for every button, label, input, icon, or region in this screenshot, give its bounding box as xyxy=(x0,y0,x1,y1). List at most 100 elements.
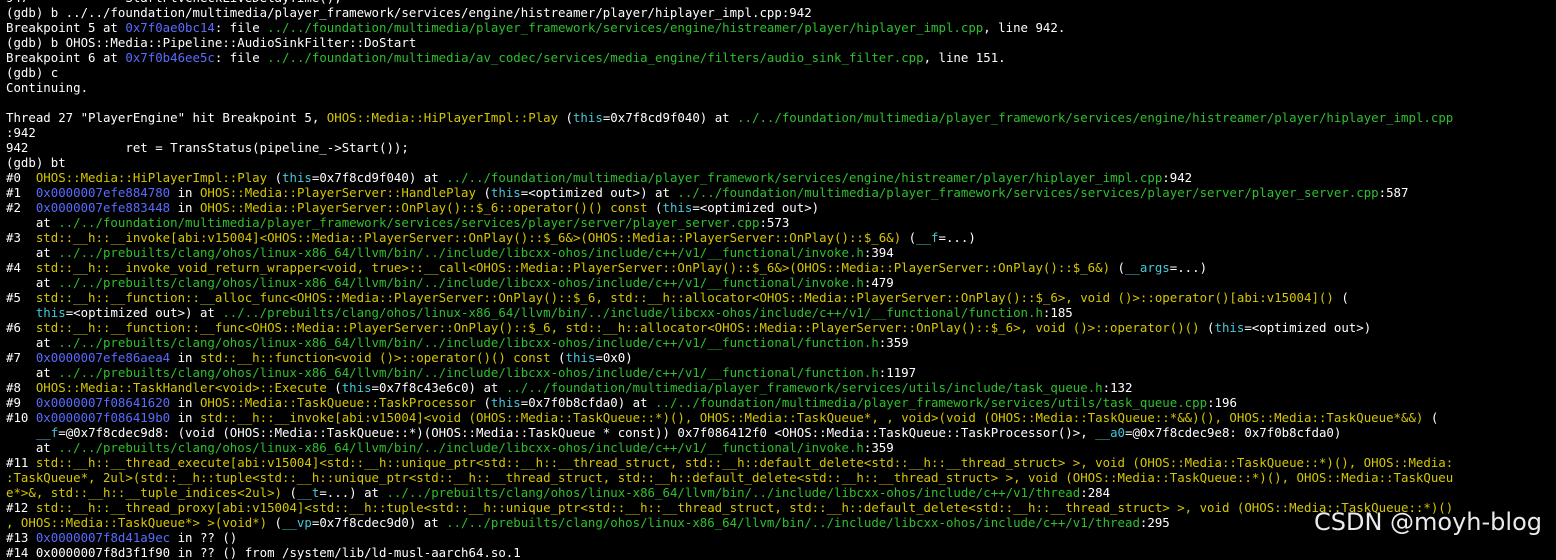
terminal-line: #10 0x0000007f086419b0 in std::__h::__in… xyxy=(6,410,1556,425)
terminal-text: #11 xyxy=(6,455,36,470)
terminal-line: Breakpoint 6 at 0x7f0b46ee5c: file ../..… xyxy=(6,50,1556,65)
terminal-text: ( xyxy=(1199,320,1215,335)
terminal-line: Breakpoint 5 at 0x7f0ae0bc14: file ../..… xyxy=(6,20,1556,35)
source-path: ../../foundation/multimedia/player_frame… xyxy=(446,170,1163,185)
argument-name: __a0 xyxy=(1095,425,1125,440)
terminal-text: ( xyxy=(901,230,917,245)
function-name: OHOS::Media::TaskQueue::TaskProcessor xyxy=(199,395,476,410)
terminal-line: 942 ret = TransStatus(pipeline_->Start()… xyxy=(6,140,1556,155)
terminal-text: =...) at xyxy=(319,485,387,500)
terminal-text: =0x0) xyxy=(595,350,633,365)
terminal-text: :132 xyxy=(1102,380,1133,395)
terminal-text: =@0x7f8cdec9e8: 0x7f0b8cfda0) xyxy=(1125,425,1342,440)
function-name: OHOS::Media::HiPlayerImpl::Play xyxy=(35,170,268,185)
terminal-text: (gdb) c xyxy=(6,65,59,80)
terminal-text: #6 xyxy=(6,320,36,335)
memory-address: 0x7f0b46ee5c xyxy=(125,50,215,65)
argument-name: __f xyxy=(35,425,59,440)
terminal-text: =<optimized out>) xyxy=(692,200,820,215)
terminal-text: #1 xyxy=(6,185,36,200)
terminal-text: ( xyxy=(475,185,491,200)
argument-name: this xyxy=(1214,320,1245,335)
terminal-text: (gdb) b OHOS::Media::Pipeline::AudioSink… xyxy=(6,35,417,50)
terminal-text: ( xyxy=(267,170,283,185)
terminal-text: :573 xyxy=(759,215,790,230)
argument-name: this xyxy=(490,395,521,410)
terminal-text: ( xyxy=(550,350,566,365)
terminal-text: #12 xyxy=(6,500,36,515)
argument-name: this xyxy=(490,185,521,200)
terminal-text: #5 xyxy=(6,290,36,305)
terminal-text: ( xyxy=(326,380,342,395)
memory-address: 0x0000007f08641620 xyxy=(35,395,171,410)
function-name: std::__h::function<void ()>::operator()(… xyxy=(199,350,551,365)
terminal-text: :942 xyxy=(1162,170,1193,185)
terminal-text: =<optimized out>) xyxy=(1244,320,1372,335)
terminal-text: at xyxy=(6,275,59,290)
function-name: std::__h::__invoke_void_return_wrapper<v… xyxy=(35,260,1111,275)
terminal-line: this=<optimized out>) at ../../prebuilts… xyxy=(6,305,1556,320)
terminal-text: ( xyxy=(1423,410,1439,425)
terminal-text: #13 xyxy=(6,530,36,545)
terminal-text: in xyxy=(170,200,200,215)
terminal-line: (gdb) c xyxy=(6,65,1556,80)
argument-name: __f xyxy=(916,230,939,245)
terminal-line: #4 std::__h::__invoke_void_return_wrappe… xyxy=(6,260,1556,275)
terminal-line: #9 0x0000007f08641620 in OHOS::Media::Ta… xyxy=(6,395,1556,410)
terminal-line: #1 0x0000007efe884780 in OHOS::Media::Pl… xyxy=(6,185,1556,200)
terminal-text: ( xyxy=(475,395,491,410)
terminal-text: in xyxy=(170,350,200,365)
terminal-text: ( xyxy=(1333,290,1349,305)
terminal-text: =0x7f8cd9f040) at xyxy=(602,110,738,125)
terminal-text: :942 xyxy=(6,125,36,140)
source-path: ../../prebuilts/clang/ohos/linux-x86_64/… xyxy=(222,305,1043,320)
terminal-text: #3 xyxy=(6,230,36,245)
terminal-text: #4 xyxy=(6,260,36,275)
terminal-text: =<optimized out>) at xyxy=(520,185,678,200)
argument-name: __t xyxy=(296,485,320,500)
function-name: std::__h::__function::__func<OHOS::Media… xyxy=(35,320,1200,335)
terminal-text: :284 xyxy=(1080,485,1111,500)
terminal-output[interactable]: 947 StartPtvCheckLiveDelayTime();(gdb) b… xyxy=(6,0,1556,560)
function-name: OHOS::Media::TaskHandler<void>::Execute xyxy=(35,380,327,395)
terminal-text: :196 xyxy=(1207,395,1237,410)
memory-address: 0x0000007efe884780 xyxy=(35,185,171,200)
terminal-text: =0x7f8cd9f040) at xyxy=(311,170,447,185)
function-name: , OHOS::Media::TaskQueue*> >(void*) xyxy=(6,515,268,530)
memory-address: 0x7f0ae0bc14 xyxy=(125,20,215,35)
terminal-text: , line 942. xyxy=(983,20,1066,35)
terminal-line: #2 0x0000007efe883448 in OHOS::Media::Pl… xyxy=(6,200,1556,215)
terminal-line: at ../../prebuilts/clang/ohos/linux-x86_… xyxy=(6,365,1556,380)
terminal-text: #2 xyxy=(6,200,36,215)
terminal-text: : file xyxy=(214,20,268,35)
terminal-line: e*>&, std::__h::__tuple_indices<2ul>) (_… xyxy=(6,485,1556,500)
terminal-text: =...) xyxy=(1169,260,1208,275)
function-name: OHOS::Media::PlayerServer::HandlePlay xyxy=(199,185,476,200)
terminal-line: #14 0x0000007f8d3f1f90 in ?? () from /sy… xyxy=(6,545,1556,560)
function-name: OHOS::Media::HiPlayerImpl::Play xyxy=(326,110,559,125)
terminal-text: :394 xyxy=(863,245,894,260)
terminal-text: at xyxy=(6,245,59,260)
terminal-line: (gdb) bt xyxy=(6,155,1556,170)
terminal-text: :185 xyxy=(1042,305,1073,320)
terminal-line: at ../../foundation/multimedia/player_fr… xyxy=(6,215,1556,230)
terminal-text: ( xyxy=(647,200,663,215)
terminal-text: in ?? () xyxy=(170,530,238,545)
terminal-text: in xyxy=(170,185,200,200)
source-path: ../../prebuilts/clang/ohos/linux-x86_64/… xyxy=(58,335,879,350)
terminal-text: =@0x7f8cdec9d8: (void (OHOS::Media::Task… xyxy=(58,425,1096,440)
memory-address: 0x0000007f8d41a9ec xyxy=(35,530,171,545)
argument-name: __args xyxy=(1124,260,1170,275)
source-path: ../../foundation/multimedia/player_frame… xyxy=(655,395,1208,410)
argument-name: this xyxy=(35,305,66,320)
memory-address: 0x0000007efe86aea4 xyxy=(35,350,171,365)
terminal-line: #7 0x0000007efe86aea4 in std::__h::funct… xyxy=(6,350,1556,365)
terminal-text: =<optimized out>) at xyxy=(65,305,223,320)
source-path: ../../foundation/multimedia/player_frame… xyxy=(677,185,1379,200)
terminal-line: at ../../prebuilts/clang/ohos/linux-x86_… xyxy=(6,440,1556,455)
terminal-text: =0x7f8c43e6c0) at xyxy=(371,380,506,395)
source-path: ../../prebuilts/clang/ohos/linux-x86_64/… xyxy=(58,245,864,260)
terminal-text: #0 xyxy=(6,170,36,185)
